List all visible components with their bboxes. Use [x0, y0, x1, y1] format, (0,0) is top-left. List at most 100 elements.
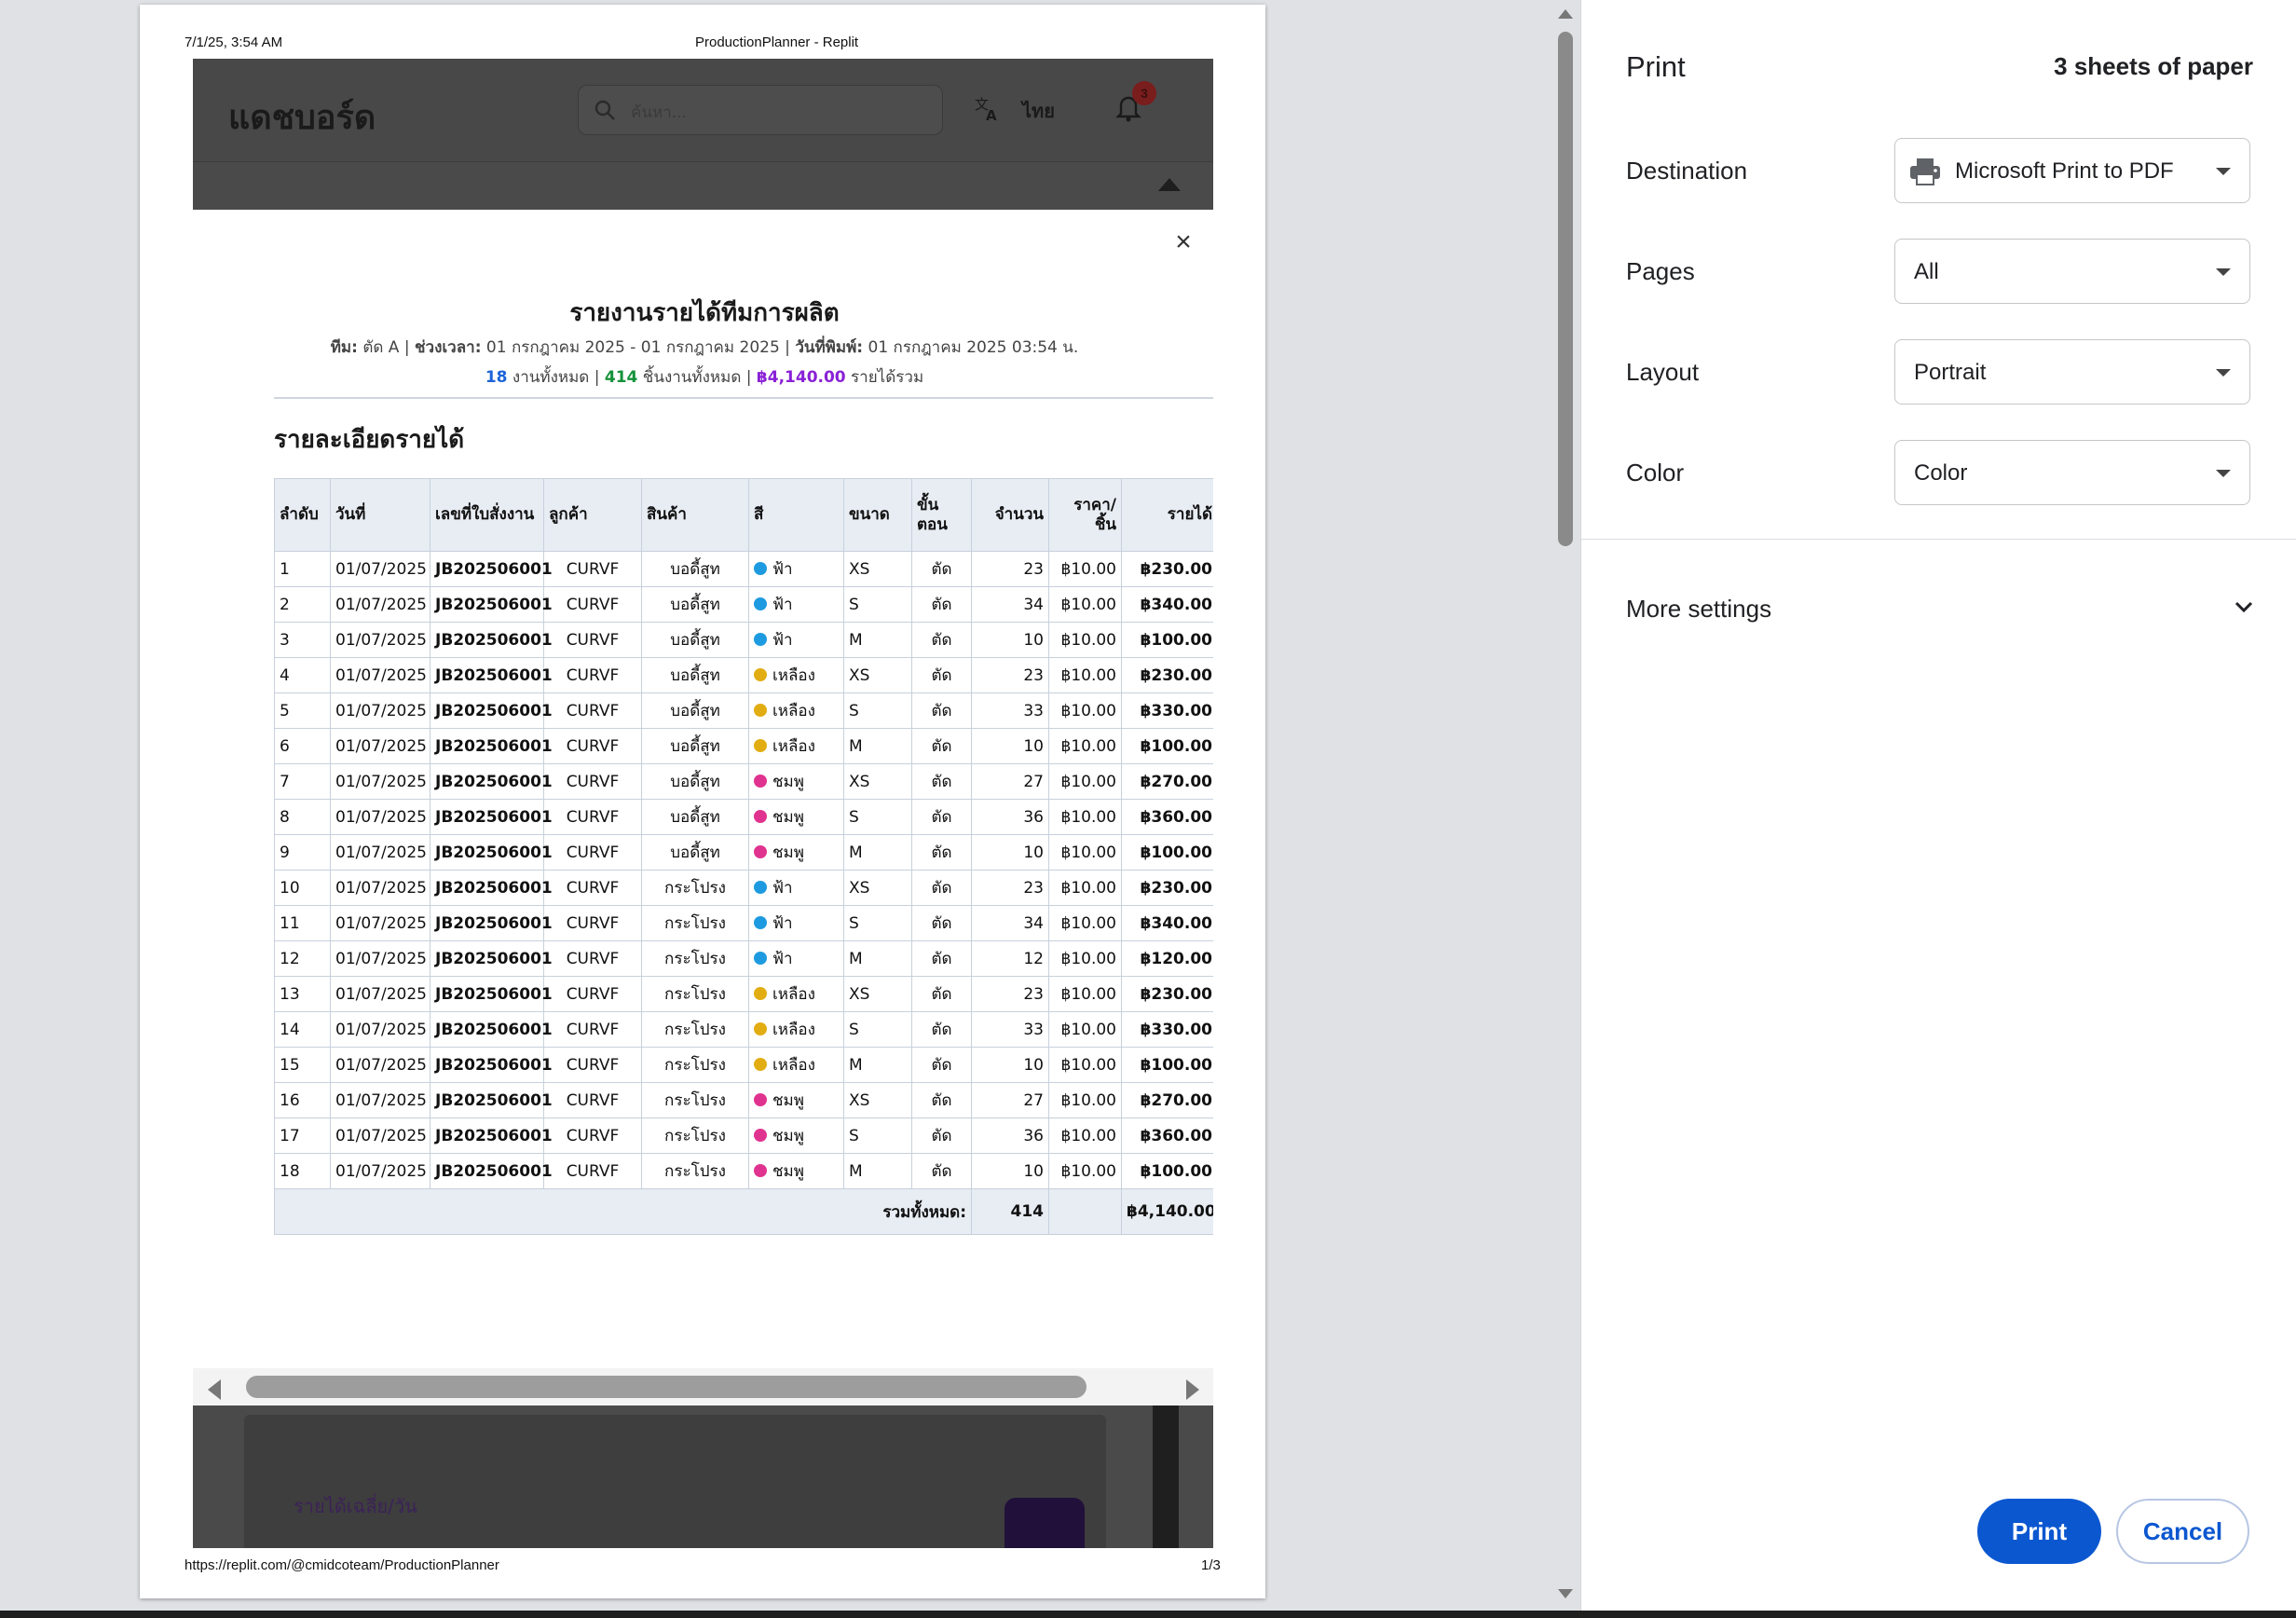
- color-name: ฟ้า: [772, 914, 793, 933]
- translate-icon[interactable]: 文A: [974, 94, 1002, 122]
- table-cell: 01/07/2025: [330, 622, 430, 658]
- table-cell: ตัด: [911, 657, 972, 693]
- table-row: 4 01/07/2025 JB202506001 CURVF บอดี้สูท เหลือ…: [274, 657, 1213, 693]
- table-row: 11 01/07/2025 JB202506001 CURVF กระโปรง ฟ้า S ต…: [274, 905, 1213, 941]
- printed-label: วันที่พิมพ์:: [795, 338, 864, 357]
- table-cell: 01/07/2025: [330, 763, 430, 800]
- table-cell: CURVF: [543, 905, 642, 941]
- column-header: ราคา/ชิ้น: [1048, 478, 1122, 552]
- scrollbar-thumb[interactable]: [1558, 32, 1573, 546]
- table-cell: ตัด: [911, 692, 972, 729]
- table-cell: 01/07/2025: [330, 1153, 430, 1189]
- table-cell: 01/07/2025: [330, 940, 430, 977]
- table-cell: 33: [971, 692, 1049, 729]
- destination-select[interactable]: Microsoft Print to PDF: [1894, 138, 2250, 203]
- period-value: 01 กรกฎาคม 2025 - 01 กรกฎาคม 2025: [485, 338, 780, 357]
- preview-page: 7/1/25, 3:54 AM ProductionPlanner - Repl…: [140, 5, 1265, 1598]
- table-row: 15 01/07/2025 JB202506001 CURVF กระโปรง เหลือ…: [274, 1047, 1213, 1083]
- scroll-left-icon[interactable]: [208, 1379, 221, 1400]
- table-cell: XS: [843, 763, 912, 800]
- color-swatch: [754, 1022, 767, 1035]
- color-name: ฟ้า: [772, 560, 793, 579]
- language-toggle[interactable]: ไทย: [1022, 96, 1055, 126]
- table-cell: เหลือง: [748, 692, 844, 729]
- revenue-table: ลำดับ วันที่ เลขที่ใบสั่งงาน ลูกค้า สินค้า สี…: [274, 478, 1213, 1235]
- more-settings-toggle[interactable]: More settings: [1626, 595, 1771, 624]
- table-cell: บอดี้สูท: [641, 763, 749, 800]
- table-cell: ตัด: [911, 586, 972, 623]
- table-cell: ตัด: [911, 1011, 972, 1048]
- table-cell: JB202506001: [430, 657, 553, 693]
- chevron-down-icon[interactable]: [2234, 596, 2254, 617]
- table-cell: JB202506001: [430, 622, 553, 658]
- table-cell: 23: [971, 870, 1049, 906]
- revenue-total: ฿4,140.00: [756, 368, 846, 387]
- column-header: รายได้: [1121, 478, 1213, 552]
- table-cell: 10: [971, 1153, 1049, 1189]
- color-swatch: [754, 775, 767, 788]
- table-cell: ฟ้า: [748, 551, 844, 587]
- table-cell: 01/07/2025: [330, 1047, 430, 1083]
- search-input[interactable]: ค้นหา...: [578, 85, 943, 135]
- horizontal-scrollbar[interactable]: [193, 1368, 1213, 1405]
- table-cell: ฿120.00: [1121, 940, 1213, 977]
- scroll-down-icon[interactable]: [1558, 1589, 1573, 1598]
- team-label: ทีม:: [330, 338, 358, 357]
- cancel-button[interactable]: Cancel: [2116, 1499, 2249, 1564]
- table-cell: ฿10.00: [1048, 1118, 1122, 1154]
- table-cell: CURVF: [543, 622, 642, 658]
- table-cell: JB202506001: [430, 976, 553, 1012]
- color-name: เหลือง: [772, 1056, 815, 1075]
- preview-scrollbar[interactable]: [1551, 0, 1580, 1618]
- dark-strip: [1153, 1401, 1179, 1548]
- table-cell: ตัด: [911, 551, 972, 587]
- color-name: เหลือง: [772, 737, 815, 756]
- pages-select[interactable]: All: [1894, 239, 2250, 304]
- table-cell: [1048, 1188, 1122, 1235]
- scroll-up-icon[interactable]: [1558, 9, 1573, 19]
- scroll-right-icon[interactable]: [1186, 1379, 1199, 1400]
- bottom-bar: [0, 1611, 2296, 1618]
- color-name: ฟ้า: [772, 596, 793, 614]
- table-cell: 7: [274, 763, 331, 800]
- revenue-label: รายได้รวม: [851, 368, 924, 387]
- table-cell: 01/07/2025: [330, 586, 430, 623]
- color-name: ชมพู: [772, 1127, 804, 1145]
- table-cell: CURVF: [543, 1082, 642, 1118]
- table-cell: CURVF: [543, 728, 642, 764]
- table-cell: S: [843, 905, 912, 941]
- table-cell: 12: [274, 940, 331, 977]
- color-name: ชมพู: [772, 843, 804, 862]
- scrollbar-thumb[interactable]: [246, 1376, 1086, 1398]
- table-row: 12 01/07/2025 JB202506001 CURVF กระโปรง ฟ้า M ต…: [274, 940, 1213, 977]
- table-cell: กระโปรง: [641, 870, 749, 906]
- table-cell: 18: [274, 1153, 331, 1189]
- revenue-table-scroll[interactable]: ลำดับ วันที่ เลขที่ใบสั่งงาน ลูกค้า สินค้า สี…: [274, 478, 1213, 1405]
- table-cell: 6: [274, 728, 331, 764]
- close-icon[interactable]: ×: [1169, 228, 1197, 256]
- table-cell: กระโปรง: [641, 976, 749, 1012]
- table-cell: 15: [274, 1047, 331, 1083]
- table-cell: CURVF: [543, 1047, 642, 1083]
- page-header-title: ProductionPlanner - Replit: [695, 34, 859, 50]
- color-swatch: [754, 1164, 767, 1177]
- print-button[interactable]: Print: [1977, 1499, 2101, 1564]
- table-cell: 12: [971, 940, 1049, 977]
- layout-select[interactable]: Portrait: [1894, 339, 2250, 404]
- table-cell: ฿330.00: [1121, 1011, 1213, 1048]
- table-body: 1 01/07/2025 JB202506001 CURVF บอดี้สูท ฟ้า XS…: [274, 551, 1213, 1235]
- table-cell: กระโปรง: [641, 1118, 749, 1154]
- table-cell: 8: [274, 799, 331, 835]
- collapse-arrow-icon[interactable]: [1158, 178, 1181, 191]
- table-cell: ฿360.00: [1121, 1118, 1213, 1154]
- table-cell: บอดี้สูท: [641, 799, 749, 835]
- table-cell: JB202506001: [430, 1082, 553, 1118]
- table-cell: 11: [274, 905, 331, 941]
- table-cell: CURVF: [543, 834, 642, 871]
- team-value: ตัด A: [362, 338, 400, 357]
- table-cell: ชมพู: [748, 1118, 844, 1154]
- table-cell: CURVF: [543, 763, 642, 800]
- color-select[interactable]: Color: [1894, 440, 2250, 505]
- table-cell: CURVF: [543, 1118, 642, 1154]
- column-header: เลขที่ใบสั่งงาน: [430, 478, 544, 552]
